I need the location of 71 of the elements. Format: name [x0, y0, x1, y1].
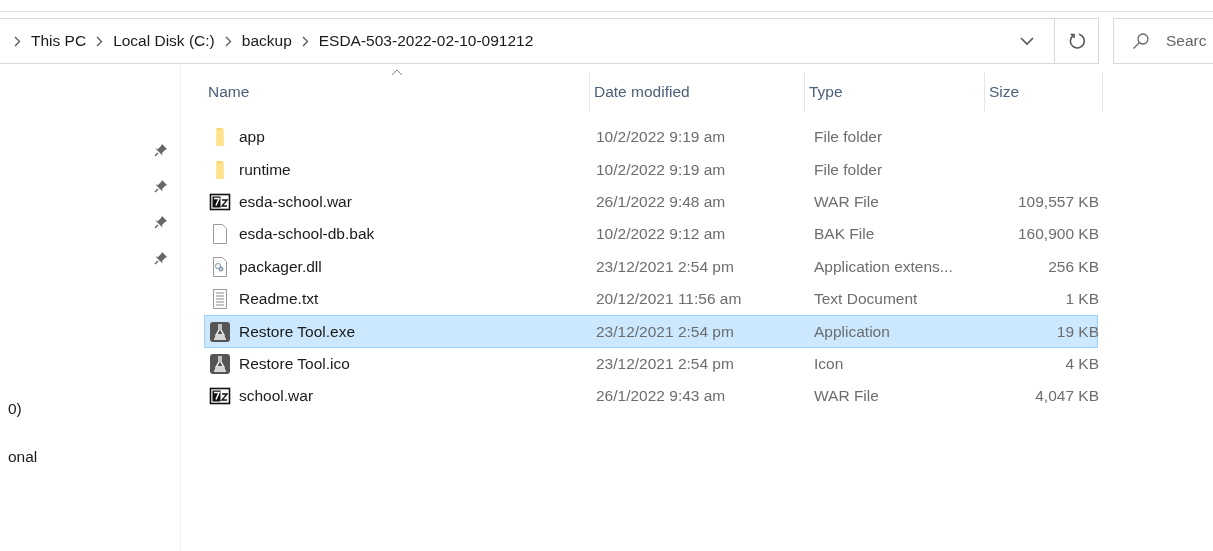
file-row[interactable]: Restore Tool.exe 23/12/2021 2:54 pm Application 19 KB [204, 315, 1098, 348]
pin-icon[interactable] [154, 251, 168, 265]
refresh-button[interactable] [1055, 18, 1099, 64]
size-cell-text: 19 KB [1055, 322, 1099, 341]
file-row[interactable]: app 10/2/2022 9:19 am File folder [204, 121, 1098, 154]
file-name: runtime [239, 160, 291, 179]
breadcrumb[interactable]: ESDA-503-2022-02-10-091212 [318, 32, 534, 50]
column-header[interactable]: Size [985, 72, 1103, 112]
pin-icon[interactable] [154, 143, 168, 157]
breadcrumb[interactable]: backup [241, 32, 292, 50]
chevron-right-icon [224, 35, 232, 47]
file-name: esda-school.war [239, 192, 352, 211]
column-header[interactable]: Date modified [590, 72, 805, 112]
size-cell-text: 4 KB [1064, 354, 1099, 373]
chevron-right-icon [96, 35, 104, 47]
application-icon [209, 320, 231, 343]
search-icon [1132, 32, 1150, 50]
type-cell-text: Icon [813, 354, 845, 373]
file-name: school.war [239, 387, 314, 406]
breadcrumb[interactable]: This PC [31, 32, 87, 50]
file-row[interactable]: school.war 26/1/2022 9:43 am WAR File 4,047 KB [204, 380, 1098, 413]
date-cell-text: 10/2/2022 9:19 am [595, 128, 727, 147]
file-row[interactable]: runtime 10/2/2022 9:19 am File folder [204, 153, 1098, 186]
file-row[interactable]: packager.dll 23/12/2021 2:54 pm Application extens... 256 KB [204, 250, 1098, 283]
type-cell-text: File folder [813, 160, 884, 179]
date-cell-text: 10/2/2022 9:12 am [595, 225, 727, 244]
date-cell-text: 10/2/2022 9:19 am [595, 160, 727, 179]
file-row[interactable]: Readme.txt 20/12/2021 11:56 am Text Document 1 KB [204, 282, 1098, 316]
type-cell-text: WAR File [813, 387, 880, 406]
date-cell-text: 26/1/2022 9:48 am [595, 192, 727, 211]
type-cell-text: File folder [813, 128, 884, 147]
size-cell-text: 1 KB [1064, 290, 1099, 309]
column-header[interactable]: Name [204, 72, 590, 112]
chevron-right-icon [14, 35, 21, 47]
type-cell-text: Application [813, 322, 891, 341]
breadcrumb[interactable]: Local Disk (C:) [113, 32, 215, 50]
navigation-item[interactable]: onal [0, 433, 180, 481]
file-name: Restore Tool.ico [239, 354, 350, 373]
type-cell-text: BAK File [813, 225, 876, 244]
file-row[interactable]: esda-school-db.bak 10/2/2022 9:12 am BAK File 160,900 KB [204, 218, 1098, 251]
column-header[interactable]: Type [805, 72, 985, 112]
size-cell-text: 256 KB [1047, 257, 1099, 276]
file-name: Readme.txt [239, 290, 319, 309]
dropdown-caret-icon[interactable] [1020, 36, 1034, 46]
date-cell-text: 26/1/2022 9:43 am [595, 387, 727, 406]
size-cell-text: 160,900 KB [1017, 225, 1099, 244]
size-cell-text: 109,557 KB [1017, 192, 1099, 211]
file-row[interactable]: esda-school.war 26/1/2022 9:48 am WAR File 109,557 KB [204, 185, 1098, 219]
file-name: Restore Tool.exe [239, 322, 356, 341]
type-cell-text: Text Document [813, 290, 919, 309]
file-row[interactable]: Restore Tool.ico 23/12/2021 2:54 pm Icon 4 KB [204, 347, 1098, 381]
navigation-item[interactable]: 0) [0, 385, 180, 433]
chevron-right-icon [301, 35, 309, 47]
folder-icon [216, 160, 224, 179]
date-cell-text: 23/12/2021 2:54 pm [595, 322, 735, 341]
file-name: packager.dll [239, 257, 322, 276]
sort-caret-icon [390, 69, 403, 76]
pin-icon[interactable] [154, 215, 168, 229]
address-bar[interactable]: This PC Local Disk (C:) backup ESDA-503-2022-02-10-091212 [0, 18, 1055, 64]
file-name: esda-school-db.bak [239, 225, 375, 244]
type-cell-text: WAR File [813, 192, 880, 211]
date-cell-text: 23/12/2021 2:54 pm [595, 257, 735, 276]
type-cell-text: Application extens... [813, 257, 954, 276]
size-cell-text: 4,047 KB [1034, 387, 1099, 406]
folder-icon [216, 128, 224, 147]
pin-icon[interactable] [154, 179, 168, 193]
date-cell-text: 20/12/2021 11:56 am [595, 290, 743, 309]
file-name: app [239, 128, 265, 147]
date-cell-text: 23/12/2021 2:54 pm [595, 354, 735, 373]
refresh-icon [1067, 32, 1086, 50]
application-icon [209, 352, 231, 375]
